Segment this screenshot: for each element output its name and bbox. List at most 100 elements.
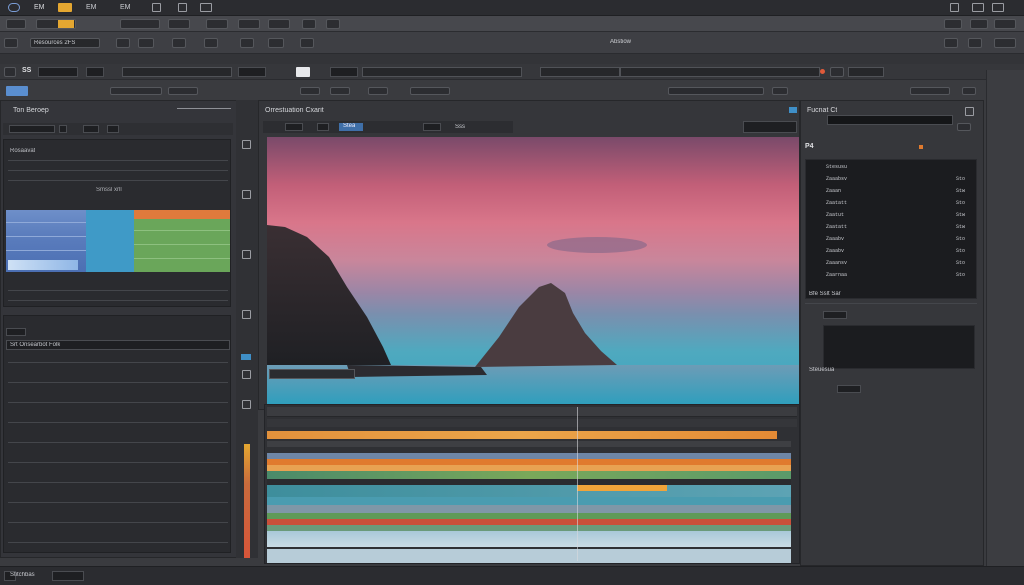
toolbar-highlight[interactable] [58,20,74,28]
project-button-b[interactable] [59,125,67,133]
inspector-list[interactable]: Stesusu Zaaabsv Zaaan Zaatatt Zaatut Zaa… [805,159,977,299]
inspector-blue-icon[interactable] [789,107,797,113]
inspector-close-icon[interactable] [965,107,974,116]
workspace-right-b[interactable] [968,38,982,48]
mode-field-b[interactable] [86,67,104,77]
menu-item-view[interactable]: EM [120,4,131,11]
viewer-button-c[interactable] [423,123,441,131]
inspector-graph-header[interactable] [823,311,847,319]
fullscreen-icon[interactable] [992,3,1004,12]
viewer-button-a[interactable] [285,123,303,131]
meter-icon-f[interactable] [242,400,251,409]
sub-button-b[interactable] [168,87,198,95]
workspace-button-h[interactable] [300,38,314,48]
project-button-d[interactable] [107,125,119,133]
toolbar-right-c[interactable] [994,19,1016,29]
toolbar-button-g[interactable] [268,19,290,29]
project-panel-tab-icons[interactable] [177,108,231,114]
menu-item-clip[interactable]: EM [86,4,97,11]
sub-button-i[interactable] [910,87,950,95]
project-button-c[interactable] [83,125,99,133]
toolbar-button-c[interactable] [120,19,160,29]
meter-icon-c[interactable] [242,250,251,259]
toolbar-button-d[interactable] [168,19,190,29]
range-field[interactable] [620,67,820,77]
track-light-a[interactable] [267,531,791,547]
sub-button-g[interactable] [668,87,764,95]
control-button-c[interactable] [830,67,844,77]
track-teal-b[interactable] [267,497,791,505]
clip-highlight-orange[interactable] [577,485,667,491]
viewer-right-control[interactable] [743,121,797,133]
workspace-button-c[interactable] [138,38,154,48]
workspace-button-a[interactable] [4,38,18,48]
source-list[interactable]: Srt Onsearbot Folk [3,315,231,553]
app-logo-icon[interactable] [8,3,20,12]
project-button-a[interactable] [9,125,55,133]
status-field[interactable] [52,571,84,581]
preview-image[interactable] [267,137,799,405]
workspace-right-c[interactable] [994,38,1016,48]
search-field[interactable] [848,67,884,77]
track-teal-a[interactable] [267,485,791,497]
workspace-button-f[interactable] [240,38,254,48]
bin-list[interactable]: Rosaavat Smssl xrll [3,139,231,307]
control-white-button[interactable] [296,67,310,77]
control-button-a[interactable] [238,67,266,77]
inspector-bottom-button[interactable] [837,385,861,393]
window-icon[interactable] [178,3,187,12]
sub-button-j[interactable] [962,87,976,95]
meter-icon-d[interactable] [242,310,251,319]
toolbar-right-b[interactable] [970,19,988,29]
record-dot-icon[interactable] [820,69,825,74]
meter-blue-icon[interactable] [241,354,251,360]
mode-field-a[interactable] [38,67,78,77]
track-light-b[interactable] [267,549,791,563]
menu-item-file[interactable]: EM [34,4,45,11]
track-gray-a[interactable] [267,505,791,513]
toolbar-button-e[interactable] [206,19,228,29]
inspector-side-button[interactable] [957,123,971,131]
duration-field[interactable] [540,67,620,77]
meter-icon-e[interactable] [242,370,251,379]
blue-tab[interactable] [6,86,28,96]
source-list-tab[interactable] [6,328,26,336]
layout-two-icon[interactable] [972,3,984,12]
timeline-playhead[interactable] [577,407,578,561]
toolbar-button-h[interactable] [302,19,316,29]
meter-icon-b[interactable] [242,190,251,199]
source-field[interactable] [122,67,232,77]
meter-icon-a[interactable] [242,140,251,149]
layout-icon[interactable] [950,3,959,12]
track-green-a[interactable] [267,471,791,479]
workspace-button-e[interactable] [204,38,218,48]
toolbar-right-a[interactable] [944,19,962,29]
control-button-b[interactable] [330,67,358,77]
preset-selector[interactable]: Resources 2FS [30,38,100,48]
settings-icon[interactable] [200,3,212,12]
sub-button-a[interactable] [110,87,162,95]
timeline-field[interactable] [362,67,522,77]
workspace-button-d[interactable] [172,38,186,48]
sub-button-d[interactable] [330,87,350,95]
clip-thumbnail-blue[interactable] [6,210,134,272]
mode-button[interactable] [4,67,16,77]
viewer-button-b[interactable] [317,123,329,131]
inspector-top-field[interactable] [827,115,953,125]
toolbar-button-f[interactable] [238,19,260,29]
toolbar-button-i[interactable] [326,19,340,29]
track-orange-a[interactable] [267,431,777,439]
workspace-button-g[interactable] [268,38,284,48]
timeline-ruler[interactable] [267,407,797,417]
workspace-button-b[interactable] [116,38,130,48]
workspace-right-a[interactable] [944,38,958,48]
grid-icon[interactable] [152,3,161,12]
clip-thumbnail-green[interactable] [134,210,230,272]
menu-item-edit[interactable] [58,3,72,12]
toolbar-button-a[interactable] [6,19,26,29]
sub-button-f[interactable] [410,87,450,95]
inspector-graph[interactable] [823,325,975,369]
sub-button-c[interactable] [300,87,320,95]
sub-button-h[interactable] [772,87,788,95]
sub-button-e[interactable] [368,87,388,95]
